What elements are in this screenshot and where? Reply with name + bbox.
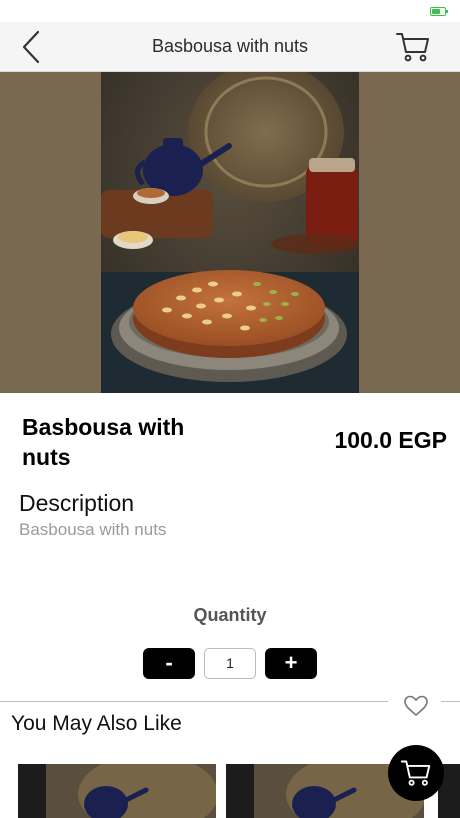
- related-product-image: [18, 764, 216, 818]
- page-title: Basbousa with nuts: [151, 36, 309, 56]
- cart-icon: [396, 33, 429, 62]
- cart-button[interactable]: [396, 31, 430, 63]
- product-name: Basbousa with nuts: [22, 414, 185, 470]
- description-heading: Description: [19, 490, 135, 516]
- battery-icon: [430, 7, 448, 16]
- heart-icon: [404, 695, 428, 716]
- divider: [441, 701, 460, 702]
- status-bar: [0, 0, 460, 22]
- nav-bar: Basbousa with nuts: [0, 22, 460, 72]
- product-price: 100.0 EGP: [334, 427, 447, 453]
- quantity-label: Quantity: [193, 605, 267, 625]
- related-product-card[interactable]: [18, 764, 216, 818]
- product-photo: [101, 72, 359, 393]
- cart-icon: [401, 760, 431, 786]
- related-section-title: You May Also Like: [11, 712, 182, 735]
- product-image-area: [0, 72, 460, 393]
- back-chevron-icon: [22, 30, 40, 64]
- decrease-quantity-button[interactable]: -: [143, 648, 195, 679]
- favorite-button[interactable]: [403, 694, 429, 718]
- floating-cart-button[interactable]: [388, 745, 444, 801]
- divider: [0, 701, 388, 702]
- quantity-value[interactable]: 1: [204, 648, 256, 679]
- description-text: Basbousa with nuts: [19, 520, 167, 539]
- increase-quantity-button[interactable]: +: [265, 648, 317, 679]
- back-button[interactable]: [16, 30, 48, 64]
